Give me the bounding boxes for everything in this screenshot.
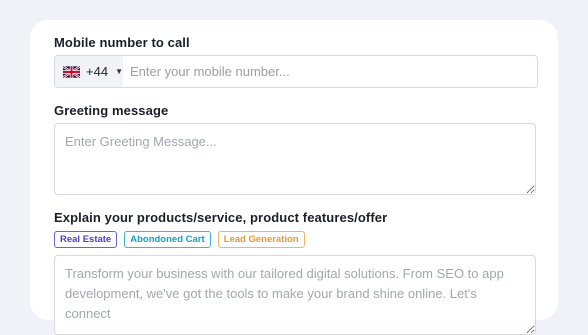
form-card: Mobile number to call +44 ▼ Greeting mes… xyxy=(30,20,558,335)
caret-down-icon: ▼ xyxy=(115,67,123,76)
tag-list: Real Estate Abondoned Cart Lead Generati… xyxy=(54,231,305,248)
tag-abandoned-cart[interactable]: Abondoned Cart xyxy=(124,231,211,248)
phone-field: +44 ▼ xyxy=(54,55,538,88)
products-description-input[interactable] xyxy=(54,255,536,335)
uk-flag-icon xyxy=(63,65,81,78)
greeting-message-input[interactable] xyxy=(54,123,536,195)
mobile-label: Mobile number to call xyxy=(54,35,190,50)
products-label: Explain your products/service, product f… xyxy=(54,210,388,225)
country-code-select[interactable]: +44 ▼ xyxy=(55,56,123,87)
country-code: +44 xyxy=(86,64,109,79)
tag-lead-generation[interactable]: Lead Generation xyxy=(217,231,305,248)
tag-real-estate[interactable]: Real Estate xyxy=(54,231,118,248)
greeting-label: Greeting message xyxy=(54,103,169,118)
mobile-number-input[interactable] xyxy=(123,56,537,87)
